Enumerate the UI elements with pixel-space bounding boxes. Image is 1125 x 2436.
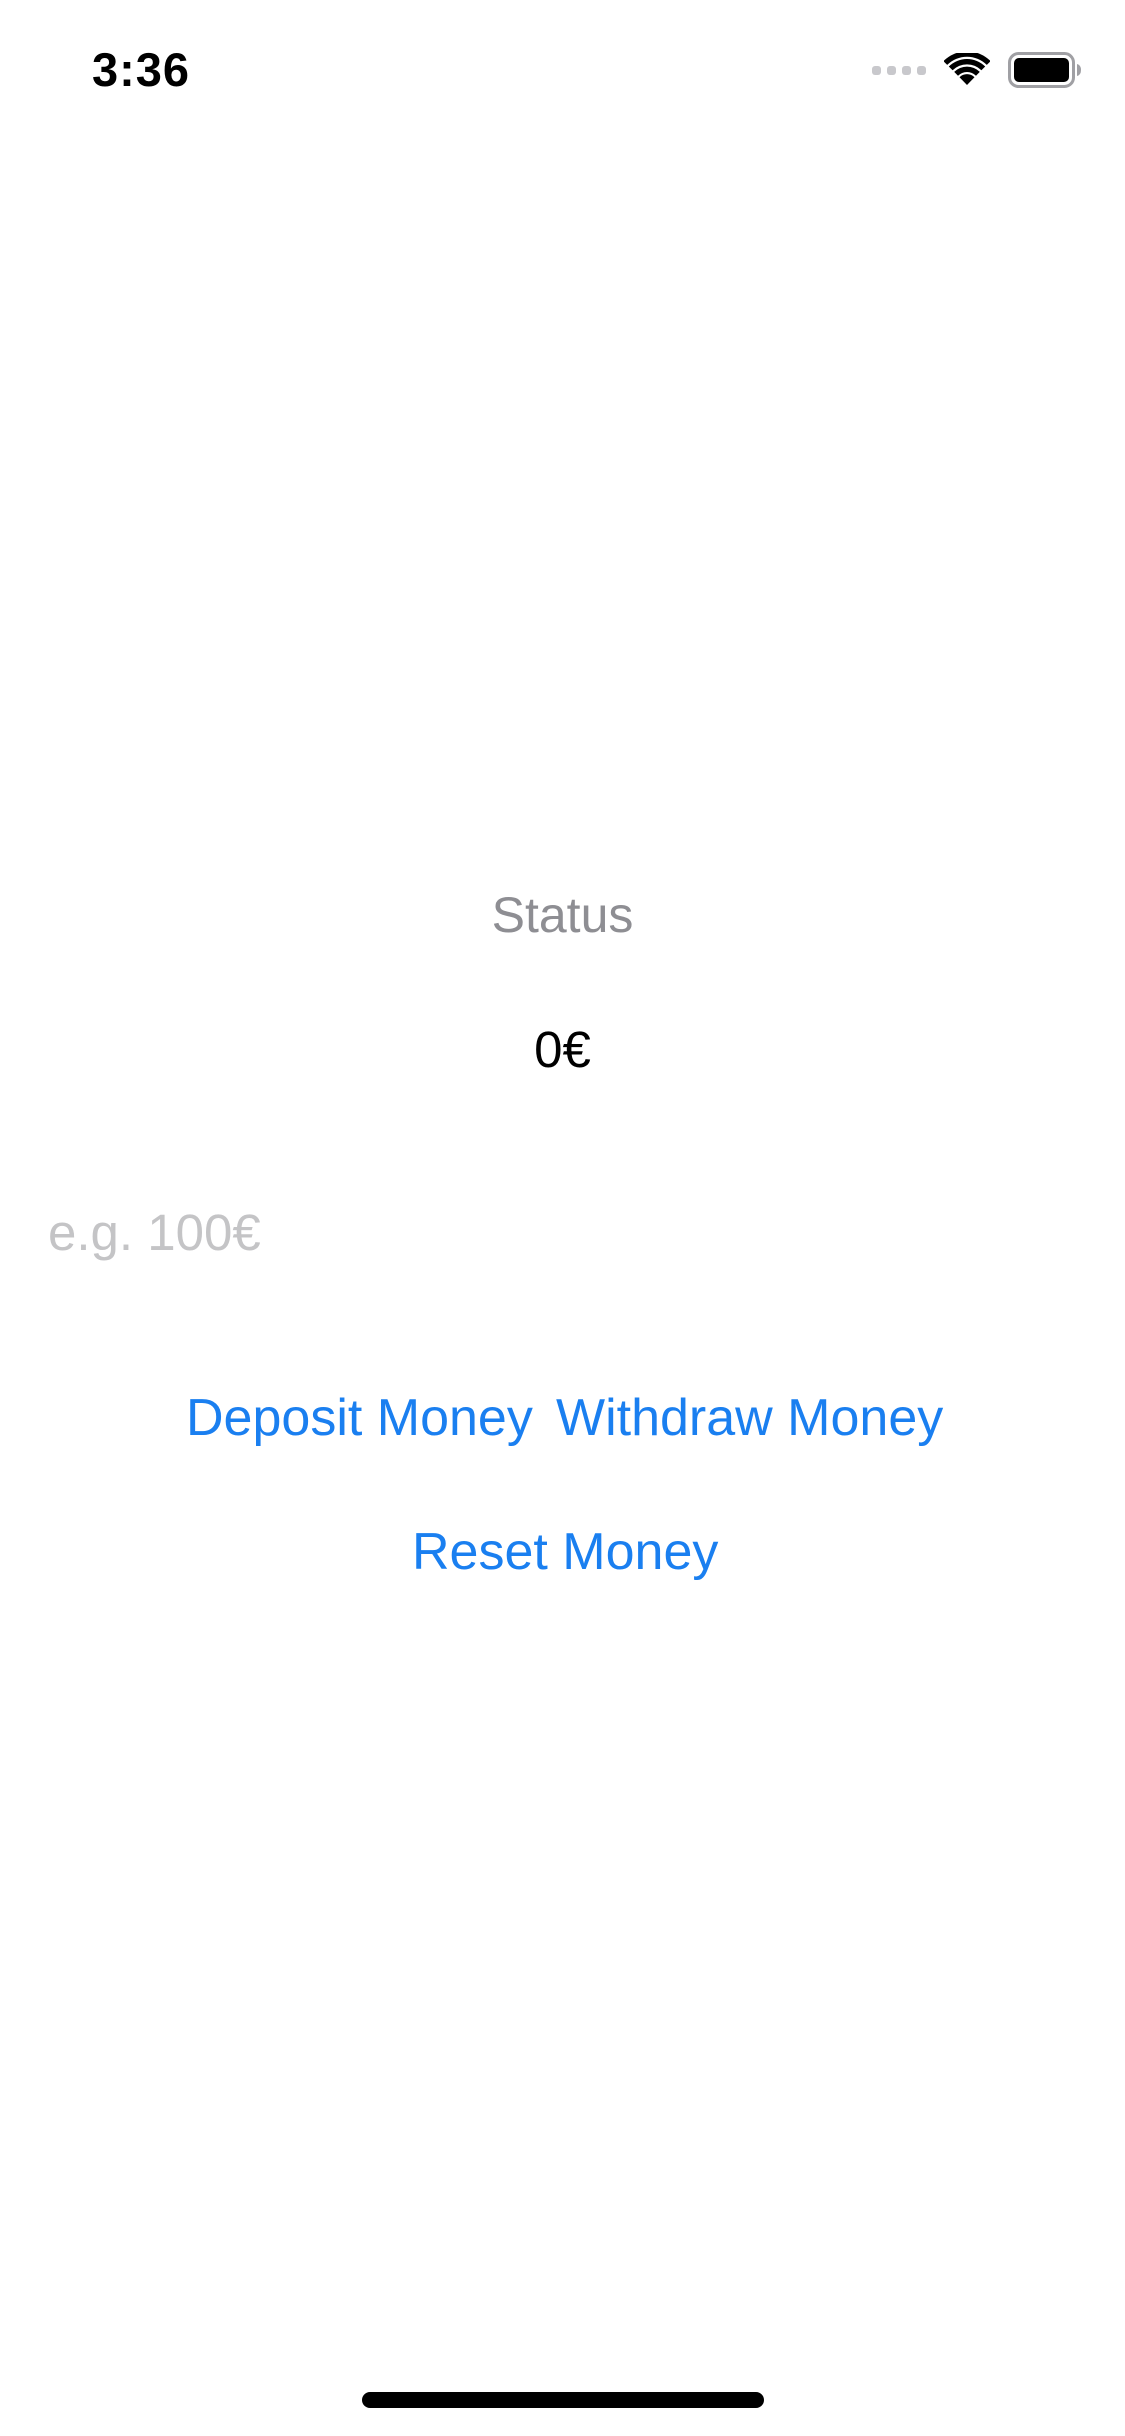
- status-bar-time: 3:36: [92, 43, 191, 96]
- signal-icon: [872, 65, 926, 75]
- wifi-icon: [944, 53, 990, 87]
- balance-value: 0€: [534, 1021, 591, 1078]
- status-label: Status: [491, 887, 634, 943]
- deposit-money-button[interactable]: Deposit Money: [186, 1382, 533, 1454]
- status-bar-indicators: [872, 52, 1082, 88]
- home-indicator[interactable]: [362, 2392, 764, 2408]
- withdraw-money-button[interactable]: Withdraw Money: [556, 1382, 943, 1454]
- reset-money-button[interactable]: Reset Money: [412, 1516, 718, 1588]
- battery-icon: [1008, 52, 1082, 88]
- amount-input[interactable]: [48, 1196, 1078, 1268]
